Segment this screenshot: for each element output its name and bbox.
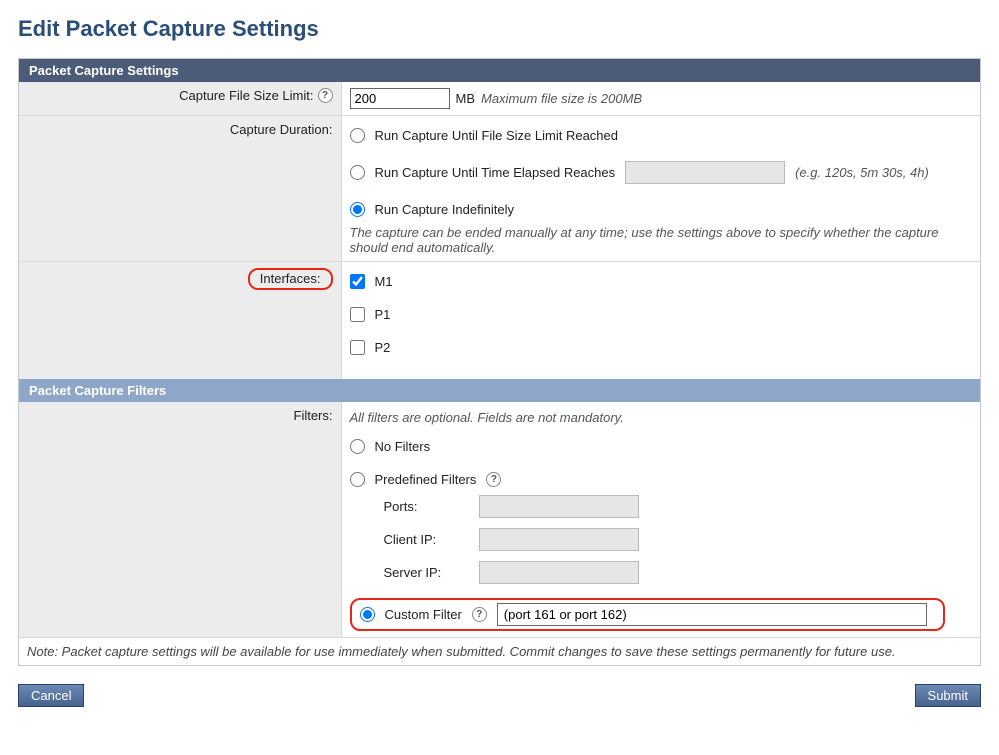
filter-opt-predefined: Predefined Filters: [375, 472, 477, 487]
duration-opt-size: Run Capture Until File Size Limit Reache…: [375, 128, 619, 143]
duration-opt-time: Run Capture Until Time Elapsed Reaches: [375, 165, 616, 180]
duration-note: The capture can be ended manually at any…: [350, 225, 973, 255]
custom-filter-callout: Custom Filter ?: [350, 598, 945, 631]
interface-p1-label: P1: [375, 307, 391, 322]
server-ip-input: [479, 561, 639, 584]
client-ip-input: [479, 528, 639, 551]
submit-button[interactable]: Submit: [915, 684, 981, 707]
duration-time-hint: (e.g. 120s, 5m 30s, 4h): [795, 165, 929, 180]
duration-label: Capture Duration:: [230, 122, 333, 137]
client-ip-label: Client IP:: [384, 532, 459, 547]
settings-panel: Packet Capture Settings Capture File Siz…: [18, 58, 981, 666]
filter-opt-custom: Custom Filter: [385, 607, 462, 622]
server-ip-label: Server IP:: [384, 565, 459, 580]
size-limit-unit: MB: [456, 91, 476, 106]
help-icon[interactable]: ?: [472, 607, 487, 622]
filter-opt-none: No Filters: [375, 439, 431, 454]
custom-filter-input[interactable]: [497, 603, 927, 626]
filter-radio-custom[interactable]: [360, 607, 375, 622]
duration-radio-indef[interactable]: [350, 202, 365, 217]
page-title: Edit Packet Capture Settings: [18, 16, 981, 42]
filters-intro: All filters are optional. Fields are not…: [350, 410, 973, 425]
cancel-button[interactable]: Cancel: [18, 684, 84, 707]
settings-header: Packet Capture Settings: [19, 59, 980, 82]
size-limit-label: Capture File Size Limit:: [179, 88, 313, 103]
interface-p2-label: P2: [375, 340, 391, 355]
interface-p1-checkbox[interactable]: [350, 307, 365, 322]
filters-header: Packet Capture Filters: [19, 379, 980, 402]
size-limit-input[interactable]: [350, 88, 450, 109]
duration-opt-indef: Run Capture Indefinitely: [375, 202, 514, 217]
interface-m1-label: M1: [375, 274, 393, 289]
duration-radio-time[interactable]: [350, 165, 365, 180]
interface-p2-checkbox[interactable]: [350, 340, 365, 355]
filter-radio-none[interactable]: [350, 439, 365, 454]
ports-label: Ports:: [384, 499, 459, 514]
footnote: Note: Packet capture settings will be av…: [19, 638, 980, 666]
help-icon[interactable]: ?: [318, 88, 333, 103]
duration-radio-size[interactable]: [350, 128, 365, 143]
duration-time-input: [625, 161, 785, 184]
ports-input: [479, 495, 639, 518]
interfaces-label: Interfaces:: [248, 268, 333, 290]
filter-radio-predefined[interactable]: [350, 472, 365, 487]
help-icon[interactable]: ?: [486, 472, 501, 487]
interface-m1-checkbox[interactable]: [350, 274, 365, 289]
size-limit-hint: Maximum file size is 200MB: [481, 91, 642, 106]
filters-label: Filters:: [294, 408, 333, 423]
